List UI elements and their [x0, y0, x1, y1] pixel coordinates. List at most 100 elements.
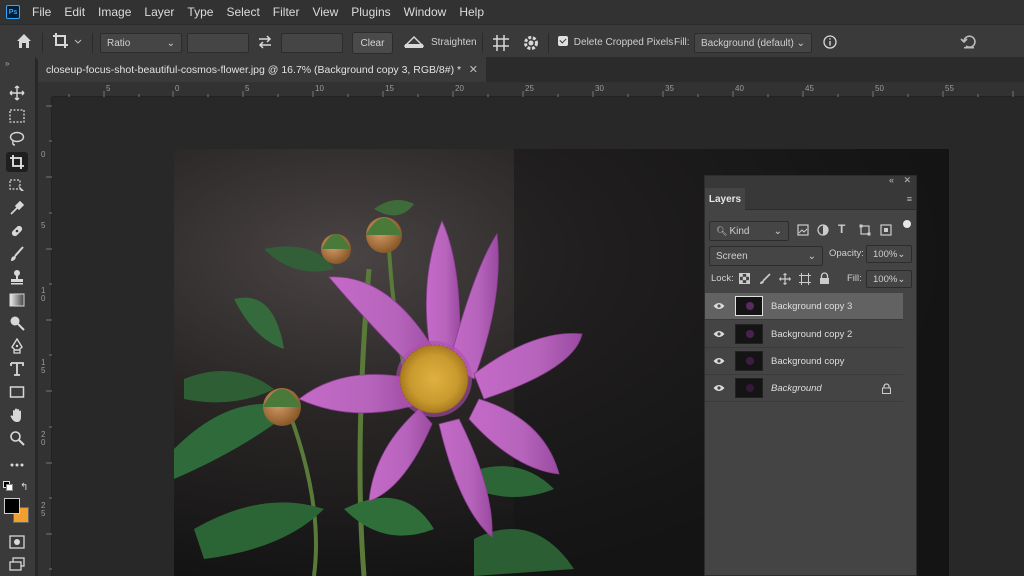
- chevron-down-icon: ⌄: [897, 248, 906, 260]
- menu-view[interactable]: View: [312, 5, 338, 19]
- chevron-down-icon: ⌄: [897, 273, 906, 285]
- collapse-icon[interactable]: »: [5, 59, 9, 68]
- zoom-tool-icon[interactable]: [6, 428, 28, 448]
- move-tool-icon[interactable]: [6, 83, 28, 103]
- eyedropper-tool-icon[interactable]: [6, 198, 28, 218]
- clone-stamp-tool-icon[interactable]: [6, 267, 28, 287]
- menu-plugins[interactable]: Plugins: [351, 5, 390, 19]
- eye-icon[interactable]: [713, 301, 725, 313]
- ruler-tick-label: 10: [315, 84, 324, 93]
- delete-cropped-pixels-checkbox[interactable]: Delete Cropped Pixels: [558, 33, 673, 53]
- default-colors-icon[interactable]: [3, 481, 13, 491]
- swap-icon[interactable]: [257, 34, 273, 53]
- panel-menu-icon[interactable]: ≡: [907, 194, 912, 204]
- swap-colors-icon[interactable]: ↰: [20, 482, 28, 493]
- document-tab[interactable]: closeup-focus-shot-beautiful-cosmos-flow…: [38, 57, 486, 82]
- layer-thumbnail: [735, 378, 763, 398]
- menu-image[interactable]: Image: [98, 5, 131, 19]
- gear-icon[interactable]: [522, 34, 540, 55]
- lock-icon[interactable]: [882, 383, 891, 397]
- type-tool-icon[interactable]: [6, 359, 28, 379]
- vertical-ruler: 0 5 1 0 1 5 2 0 2 5: [38, 97, 52, 576]
- ruler-tick-label: 20: [455, 84, 464, 93]
- checkbox-checked-icon: [558, 36, 568, 46]
- eye-icon[interactable]: [713, 383, 725, 395]
- filter-pixel-icon[interactable]: [797, 224, 809, 239]
- layer-row-background-copy-3[interactable]: Background copy 3: [705, 293, 903, 320]
- close-icon[interactable]: ✕: [469, 63, 478, 76]
- brush-tool-icon[interactable]: [6, 244, 28, 264]
- layer-row-background-copy[interactable]: Background copy: [705, 348, 903, 375]
- opacity-field[interactable]: 100% ⌄: [866, 245, 912, 263]
- opacity-label: Opacity:: [829, 248, 864, 259]
- lasso-tool-icon[interactable]: [6, 129, 28, 149]
- menu-layer[interactable]: Layer: [144, 5, 174, 19]
- menu-filter[interactable]: Filter: [273, 5, 300, 19]
- dodge-tool-icon[interactable]: [6, 313, 28, 333]
- ruler-tick-label: 5: [41, 221, 46, 230]
- quick-mask-icon[interactable]: [6, 532, 28, 552]
- filter-shape-icon[interactable]: [859, 224, 871, 239]
- lock-artboard-icon[interactable]: [799, 273, 811, 288]
- ruler-tick-label: 15: [385, 84, 394, 93]
- foreground-color-swatch[interactable]: [4, 498, 20, 514]
- pen-tool-icon[interactable]: [6, 336, 28, 356]
- fill-dropdown[interactable]: Background (default) ⌄: [694, 33, 812, 53]
- ruler-tick-label: 30: [595, 84, 604, 93]
- overlay-grid-icon[interactable]: [492, 34, 510, 55]
- ratio-dropdown[interactable]: Ratio ⌄: [100, 33, 182, 53]
- menu-edit[interactable]: Edit: [64, 5, 85, 19]
- layer-row-background[interactable]: Background: [705, 375, 903, 402]
- screen-mode-icon[interactable]: [6, 554, 28, 574]
- hand-tool-icon[interactable]: [6, 405, 28, 425]
- healing-brush-tool-icon[interactable]: [6, 221, 28, 241]
- menu-type[interactable]: Type: [187, 5, 213, 19]
- object-selection-tool-icon[interactable]: [6, 175, 28, 195]
- collapse-panel-icon[interactable]: «: [889, 175, 894, 185]
- layer-name: Background copy: [771, 355, 845, 367]
- menu-help[interactable]: Help: [459, 5, 484, 19]
- filter-smart-object-icon[interactable]: [880, 224, 892, 239]
- lock-position-icon[interactable]: [779, 273, 791, 288]
- eye-icon[interactable]: [713, 356, 725, 368]
- layer-name: Background copy 3: [771, 300, 853, 312]
- marquee-tool-icon[interactable]: [6, 106, 28, 126]
- home-icon[interactable]: [15, 32, 33, 53]
- lock-transparent-pixels-icon[interactable]: [739, 273, 750, 287]
- straighten-icon[interactable]: [403, 34, 425, 53]
- ruler-tick-label: 5: [106, 84, 111, 93]
- blend-mode-dropdown[interactable]: Screen ⌄: [709, 246, 823, 266]
- eye-icon[interactable]: [713, 329, 725, 341]
- filter-toggle-icon[interactable]: [903, 220, 911, 228]
- layer-name: Background copy 2: [771, 328, 853, 340]
- delete-cropped-pixels-label: Delete Cropped Pixels: [573, 37, 674, 48]
- clear-button[interactable]: Clear: [352, 32, 393, 54]
- layer-name: Background: [771, 382, 822, 394]
- crop-tool-preset-icon[interactable]: [52, 32, 82, 53]
- menu-window[interactable]: Window: [404, 5, 447, 19]
- filter-type-icon[interactable]: T: [838, 222, 845, 236]
- ratio-height-field[interactable]: [281, 33, 343, 53]
- more-tools-icon[interactable]: [6, 455, 28, 475]
- straighten-label[interactable]: Straighten: [431, 33, 477, 53]
- layer-row-background-copy-2[interactable]: Background copy 2: [705, 321, 903, 348]
- fill-opacity-field[interactable]: 100% ⌄: [866, 270, 912, 288]
- lock-all-icon[interactable]: [819, 272, 830, 288]
- filter-adjustment-icon[interactable]: [817, 224, 829, 239]
- layer-filter-dropdown[interactable]: 🔍︎ Kind ⌄: [709, 221, 789, 241]
- reset-icon[interactable]: [960, 33, 978, 54]
- crop-tool-icon[interactable]: [6, 152, 28, 172]
- rectangle-tool-icon[interactable]: [6, 382, 28, 402]
- close-panel-icon[interactable]: ✕: [903, 175, 911, 186]
- menu-file[interactable]: File: [32, 5, 51, 19]
- info-icon[interactable]: [823, 35, 837, 52]
- lock-image-pixels-icon[interactable]: [759, 273, 771, 288]
- lock-label: Lock:: [711, 273, 734, 284]
- ruler-tick-label: 2 5: [41, 501, 46, 518]
- gradient-tool-icon[interactable]: [6, 290, 28, 310]
- tab-layers[interactable]: Layers: [705, 188, 745, 210]
- menu-select[interactable]: Select: [226, 5, 259, 19]
- ratio-width-field[interactable]: [187, 33, 249, 53]
- ruler-tick-label: 1 0: [41, 286, 46, 303]
- fill-label: Fill:: [674, 37, 690, 48]
